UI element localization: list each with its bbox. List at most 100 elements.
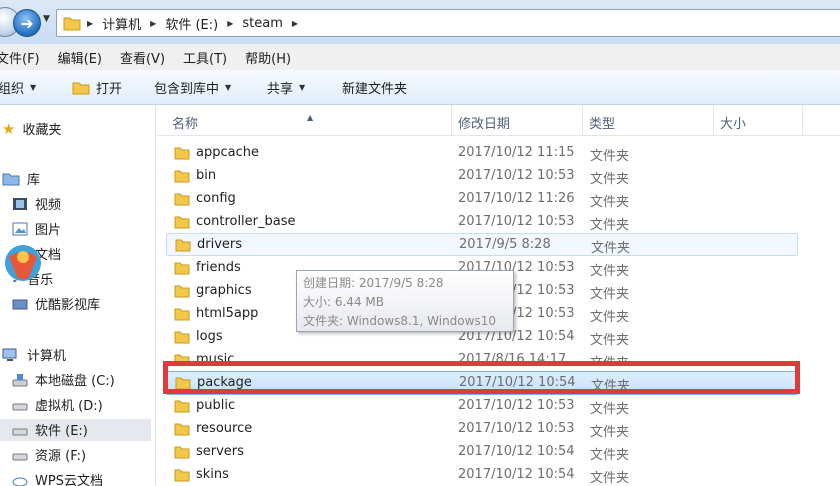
column-type[interactable]: 类型 bbox=[589, 113, 615, 132]
file-type: 文件夹 bbox=[590, 352, 629, 361]
breadcrumb-computer[interactable]: 计算机 bbox=[102, 14, 141, 33]
media-library-icon bbox=[12, 299, 28, 309]
caret-down-icon: ▼ bbox=[30, 83, 37, 92]
file-date: 2017/8/16 14:17 bbox=[458, 352, 567, 361]
include-label: 包含到库中 bbox=[154, 82, 220, 97]
address-input[interactable]: ▶ 计算机 ▶ 软件 (E:) ▶ steam ▶ bbox=[56, 9, 840, 37]
breadcrumb: ▶ 计算机 ▶ 软件 (E:) ▶ steam ▶ bbox=[87, 14, 298, 33]
open-button[interactable]: 打开 bbox=[72, 78, 122, 97]
folder-icon bbox=[174, 423, 190, 436]
include-in-library-button[interactable]: 包含到库中 ▼ bbox=[154, 78, 231, 97]
nav-drive-d[interactable]: 虚拟机 (D:) bbox=[12, 395, 103, 414]
file-type: 文件夹 bbox=[590, 333, 630, 348]
file-type: 文件夹 bbox=[590, 287, 630, 302]
nav-drive-c[interactable]: 本地磁盘 (C:) bbox=[12, 370, 115, 389]
nav-youku[interactable]: 优酷影视库 bbox=[12, 294, 100, 313]
folder-icon bbox=[174, 285, 190, 298]
share-button[interactable]: 共享 ▼ bbox=[267, 78, 305, 97]
menu-tools[interactable]: 工具(T) bbox=[183, 48, 227, 67]
address-bar-area: ➜ ▼ ▶ 计算机 ▶ 软件 (E:) ▶ steam ▶ bbox=[0, 0, 840, 44]
forward-button[interactable]: ➜ bbox=[13, 9, 41, 37]
file-name: resource bbox=[196, 421, 253, 436]
nav-computer[interactable]: 计算机 bbox=[2, 345, 66, 364]
column-size[interactable]: 大小 bbox=[720, 113, 746, 132]
organize-label: 组织 bbox=[0, 82, 25, 97]
file-date: 2017/10/12 10:53 bbox=[458, 398, 575, 413]
nav-computer-label: 计算机 bbox=[27, 349, 67, 364]
file-type: 文件夹 bbox=[590, 264, 630, 279]
file-name: skins bbox=[196, 467, 229, 482]
file-name: public bbox=[196, 398, 236, 413]
file-type: 文件夹 bbox=[590, 149, 630, 164]
file-type: 文件夹 bbox=[590, 195, 630, 210]
chevron-right-icon[interactable]: ▶ bbox=[87, 19, 93, 28]
command-toolbar: 组织 ▼ 打开 包含到库中 ▼ 共享 ▼ 新建文件夹 bbox=[0, 70, 840, 105]
column-divider[interactable] bbox=[713, 105, 714, 135]
file-name: html5app bbox=[196, 306, 259, 321]
column-name[interactable]: 名称 bbox=[172, 113, 198, 132]
file-row[interactable]: bin 2017/10/12 10:53 文件夹 bbox=[166, 165, 796, 187]
file-name: drivers bbox=[197, 237, 243, 252]
breadcrumb-steam[interactable]: steam bbox=[242, 16, 283, 31]
file-name: package bbox=[197, 375, 252, 390]
nav-pictures-label: 图片 bbox=[35, 223, 62, 238]
file-name: controller_base bbox=[196, 214, 296, 229]
folder-icon bbox=[174, 400, 190, 413]
file-name: music bbox=[196, 352, 235, 361]
menu-help[interactable]: 帮助(H) bbox=[245, 48, 291, 67]
column-divider[interactable] bbox=[582, 105, 583, 135]
share-label: 共享 bbox=[267, 82, 294, 97]
file-date: 2017/10/12 10:53 bbox=[458, 168, 575, 183]
column-date[interactable]: 修改日期 bbox=[458, 113, 510, 132]
file-date: 2017/10/12 10:53 bbox=[458, 421, 575, 436]
chevron-right-icon[interactable]: ▶ bbox=[150, 19, 156, 28]
file-row[interactable]: music 2017/8/16 14:17 文件夹 bbox=[166, 349, 796, 361]
file-date: 2017/10/12 10:54 bbox=[458, 444, 575, 459]
folder-icon bbox=[174, 147, 190, 160]
nav-drive-e[interactable]: 软件 (E:) bbox=[12, 420, 88, 439]
star-icon: ★ bbox=[2, 119, 16, 138]
file-row-selected[interactable]: package 2017/10/12 10:54 文件夹 bbox=[166, 371, 798, 395]
file-type: 文件夹 bbox=[591, 379, 631, 394]
file-row[interactable]: config 2017/10/12 11:26 文件夹 bbox=[166, 188, 796, 210]
menu-edit[interactable]: 编辑(E) bbox=[58, 48, 102, 67]
chevron-right-icon[interactable]: ▶ bbox=[292, 19, 298, 28]
file-row[interactable]: controller_base 2017/10/12 10:53 文件夹 bbox=[166, 211, 796, 233]
column-divider[interactable] bbox=[451, 105, 452, 135]
menu-bar: 文件(F) 编辑(E) 查看(V) 工具(T) 帮助(H) bbox=[0, 44, 840, 70]
nav-drive-f[interactable]: 资源 (F:) bbox=[12, 445, 86, 464]
organize-button[interactable]: 组织 ▼ bbox=[0, 78, 36, 97]
file-row[interactable]: appcache 2017/10/12 11:15 文件夹 bbox=[166, 142, 796, 164]
nav-libraries[interactable]: 库 bbox=[2, 169, 40, 188]
folder-icon bbox=[174, 262, 190, 275]
cloud-icon bbox=[12, 477, 28, 486]
nav-pictures[interactable]: 图片 bbox=[12, 219, 61, 238]
folder-icon bbox=[174, 446, 190, 459]
nav-wps[interactable]: WPS云文档 bbox=[12, 470, 103, 486]
breadcrumb-drive-e[interactable]: 软件 (E:) bbox=[165, 14, 218, 33]
drive-icon bbox=[12, 453, 28, 460]
file-row[interactable]: resource 2017/10/12 10:53 文件夹 bbox=[166, 418, 796, 440]
column-divider[interactable] bbox=[802, 105, 803, 135]
file-row[interactable]: public 2017/10/12 10:53 文件夹 bbox=[166, 395, 796, 417]
file-row[interactable]: servers 2017/10/12 10:54 文件夹 bbox=[166, 441, 796, 463]
file-row[interactable]: drivers 2017/9/5 8:28 文件夹 bbox=[166, 233, 798, 256]
nav-videos[interactable]: 视频 bbox=[12, 194, 61, 213]
folder-icon bbox=[174, 354, 190, 361]
recent-pages-dropdown[interactable]: ▼ bbox=[43, 14, 50, 24]
menu-file[interactable]: 文件(F) bbox=[0, 48, 40, 67]
folder-icon bbox=[174, 170, 190, 183]
menu-view[interactable]: 查看(V) bbox=[120, 48, 165, 67]
file-row[interactable]: skins 2017/10/12 10:54 文件夹 bbox=[166, 464, 796, 486]
file-type: 文件夹 bbox=[590, 471, 630, 486]
picture-icon bbox=[12, 222, 28, 235]
chevron-right-icon[interactable]: ▶ bbox=[227, 19, 233, 28]
folder-icon bbox=[174, 331, 190, 344]
nav-drive-d-label: 虚拟机 (D:) bbox=[35, 399, 103, 414]
nav-favorites[interactable]: ★ 收藏夹 bbox=[2, 119, 61, 139]
file-name: servers bbox=[196, 444, 244, 459]
new-folder-button[interactable]: 新建文件夹 bbox=[342, 78, 407, 97]
folder-icon bbox=[63, 17, 81, 31]
file-type: 文件夹 bbox=[590, 218, 630, 233]
nav-drive-c-label: 本地磁盘 (C:) bbox=[35, 374, 115, 389]
